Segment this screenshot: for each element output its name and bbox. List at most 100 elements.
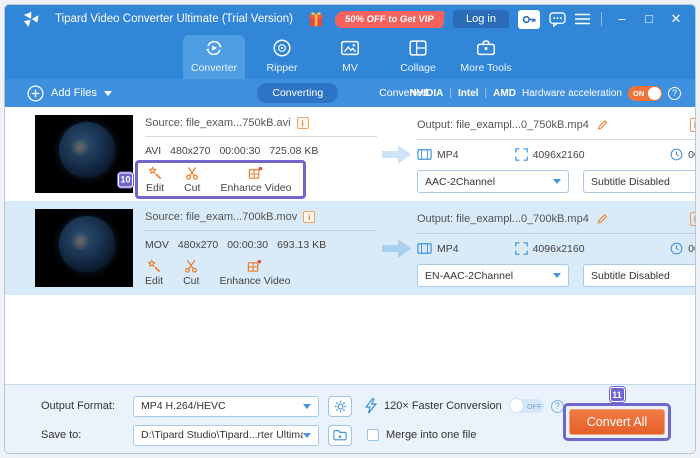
toolbox-icon (477, 40, 495, 56)
source-resolution: 480x270 (177, 239, 219, 251)
source-duration: 00:00:30 (219, 145, 261, 157)
file-row-1: Source: file_exam...750kB.avi i AVI 480x… (5, 107, 695, 201)
cut-button[interactable]: Cut (183, 259, 199, 287)
enhance-grid-icon (249, 166, 263, 179)
tab-more-tools[interactable]: More Tools (455, 35, 517, 79)
rename-pencil-icon[interactable] (596, 118, 609, 131)
source-resolution: 480x270 (170, 145, 211, 157)
gift-icon[interactable] (306, 9, 326, 29)
info-icon[interactable]: i (296, 117, 309, 129)
id3-tag-button[interactable]: ID3 (689, 117, 695, 132)
converter-icon (205, 40, 223, 56)
edit-button[interactable]: Edit (146, 166, 164, 194)
film-icon (417, 149, 432, 160)
tab-ripper[interactable]: Ripper (251, 35, 313, 79)
tab-label: More Tools (460, 62, 512, 74)
enhance-label: Enhance Video (220, 182, 292, 194)
tab-converter[interactable]: Converter (183, 35, 245, 79)
footer-bar: Output Format: MP4 H.264/HEVC 120× Faste… (5, 384, 695, 453)
divider (417, 139, 695, 140)
output-format-select[interactable]: MP4 H.264/HEVC (133, 395, 319, 417)
tab-converting[interactable]: Converting (257, 83, 339, 103)
convert-all-area: 11 Convert All (563, 387, 671, 441)
enhance-label: Enhance Video (219, 275, 291, 287)
annotation-box-10: 10 Edit Cut Enhance Video (118, 160, 307, 199)
gpu-nvidia-label: NVIDIA (409, 87, 444, 99)
tipard-logo-icon (23, 11, 39, 27)
source-filename: Source: file_exam...700kB.mov (145, 211, 298, 223)
convert-all-button[interactable]: Convert All (569, 409, 665, 435)
subtitle-select[interactable]: Subtitle Disabled (583, 264, 695, 287)
divider (145, 136, 377, 137)
hamburger-icon (575, 13, 590, 25)
key-icon (522, 15, 536, 23)
file-row-2: Source: file_exam...700kB.mov i MOV 480x… (5, 201, 695, 295)
chevron-down-icon (303, 432, 311, 438)
clock-icon (670, 148, 683, 161)
faster-help-icon[interactable]: ? (550, 399, 564, 413)
toggle-knob (648, 86, 661, 100)
tab-mv[interactable]: MV (319, 35, 381, 79)
enhance-video-button[interactable]: Enhance Video (220, 166, 291, 194)
video-thumbnail[interactable] (35, 209, 133, 287)
arrow-right-icon (382, 239, 411, 258)
source-duration: 00:00:30 (227, 239, 269, 251)
file-list: Source: file_exam...750kB.avi i AVI 480x… (5, 107, 695, 384)
tab-label: Collage (400, 62, 436, 74)
main-nav: Converter Ripper MV Collage More Tools (5, 33, 695, 79)
tab-label: Ripper (266, 62, 298, 74)
faster-conversion-toggle[interactable]: OFF (508, 398, 544, 413)
add-plus-icon (27, 84, 44, 102)
info-icon[interactable]: i (303, 211, 316, 223)
annotation-box-11: Convert All (563, 403, 671, 441)
toolbar: Add Files Converting Converted NVIDIA | I… (5, 79, 695, 107)
close-button[interactable]: ✕ (667, 10, 685, 28)
format-settings-button[interactable] (328, 395, 352, 417)
chevron-down-icon (303, 403, 311, 409)
lightning-icon (365, 398, 377, 414)
arrow-right-icon (382, 145, 411, 164)
edit-button[interactable]: Edit (145, 259, 163, 287)
feedback-button[interactable] (549, 11, 566, 27)
film-icon (417, 243, 432, 254)
gpu-intel-label: Intel (457, 87, 479, 99)
output-format: MP4 (437, 148, 459, 161)
output-resolution: 4096x2160 (532, 242, 585, 255)
hw-help-icon[interactable]: ? (668, 86, 681, 100)
id3-tag-button[interactable]: ID3 (689, 211, 695, 226)
chevron-down-icon (103, 90, 112, 96)
resolution-icon (514, 242, 528, 255)
annotation-badge-10: 10 (118, 172, 133, 187)
open-folder-button[interactable] (328, 424, 352, 446)
cut-button[interactable]: Cut (184, 166, 200, 194)
hw-accel-toggle[interactable]: ON (628, 85, 662, 101)
audio-track-select[interactable]: AAC-2Channel (417, 170, 569, 193)
tab-collage[interactable]: Collage (387, 35, 449, 79)
login-button[interactable]: Log in (453, 10, 509, 28)
disc-icon (273, 39, 291, 57)
mv-screen-icon (341, 40, 359, 56)
audio-track-select[interactable]: EN-AAC-2Channel (417, 264, 569, 287)
hw-accel-label: Hardware acceleration (521, 87, 622, 99)
register-key-button[interactable] (518, 9, 540, 29)
titlebar-separator (601, 12, 602, 26)
gpu-amd-label: AMD (493, 87, 516, 99)
merge-checkbox[interactable] (367, 429, 379, 441)
magic-wand-icon (147, 259, 160, 273)
promo-badge[interactable]: 50% OFF to Get VIP (334, 10, 445, 28)
rename-pencil-icon[interactable] (596, 212, 609, 225)
toggle-on-label: ON (633, 88, 645, 98)
maximize-button[interactable]: □ (640, 10, 658, 28)
tab-label: MV (342, 62, 358, 74)
output-duration: 00:00:30 (688, 242, 695, 255)
cut-label: Cut (183, 275, 200, 287)
source-format: AVI (145, 145, 162, 157)
enhance-video-button[interactable]: Enhance Video (219, 259, 290, 287)
minimize-button[interactable]: – (613, 10, 631, 28)
menu-button[interactable] (575, 13, 590, 25)
subtitle-select[interactable]: Subtitle Disabled (583, 170, 695, 193)
save-to-select[interactable]: D:\Tipard Studio\Tipard...rter Ultimate\… (133, 424, 319, 446)
add-files-button[interactable]: Add Files (27, 84, 112, 102)
clock-icon (670, 242, 683, 255)
edit-label: Edit (145, 275, 164, 287)
